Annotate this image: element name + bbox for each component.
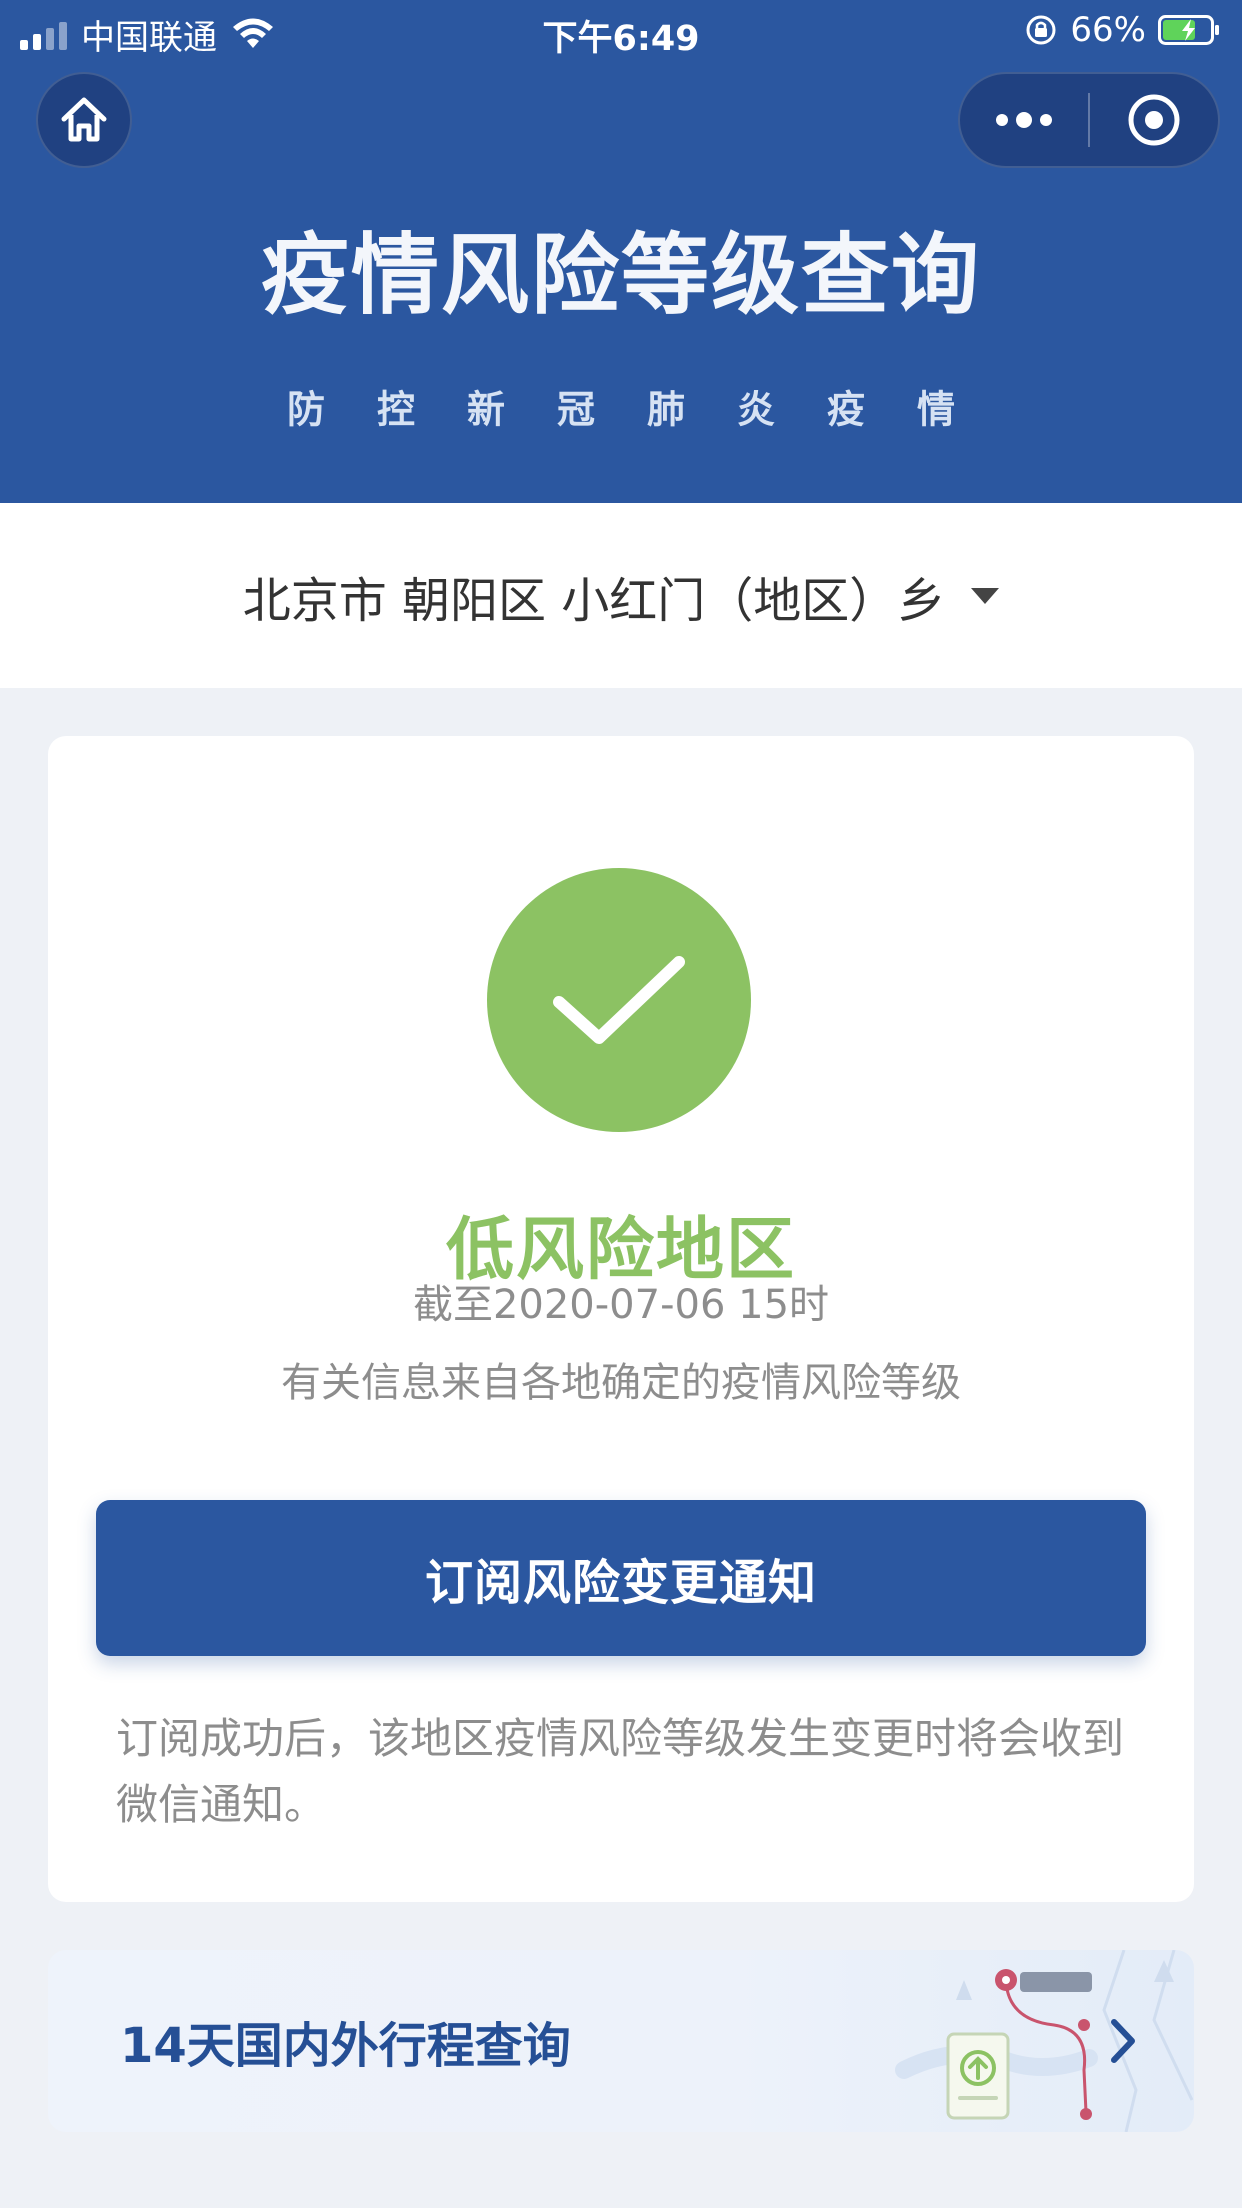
status-bar: 中国联通 下午6:49 66% [0,0,1242,62]
battery-icon [1158,15,1219,45]
more-dots-icon [996,112,1052,128]
battery-percent: 66% [1070,10,1146,50]
caret-down-icon [971,587,1000,604]
rotation-lock-icon [1026,15,1056,45]
trip-query-card[interactable]: 14天国内外行程查询 [48,1950,1194,2132]
risk-result-card: 低风险地区 截至2020-07-06 15时 有关信息来自各地确定的疫情风险等级… [48,736,1194,1902]
subscribe-button[interactable]: 订阅风险变更通知 [96,1500,1146,1656]
close-button[interactable] [1090,74,1218,166]
mini-program-capsule [958,72,1220,168]
more-button[interactable] [960,74,1088,166]
home-icon [61,97,107,142]
location-text: 北京市 朝阳区 小红门（地区）乡 [242,572,946,629]
status-circle [487,868,751,1132]
as-of-time: 截至2020-07-06 15时 [412,1282,830,1328]
page-subtitle: 防控新冠肺炎疫情 [286,387,1007,432]
source-note: 有关信息来自各地确定的疫情风险等级 [281,1360,961,1406]
target-close-icon [1128,94,1180,146]
status-bar-right: 66% [1024,10,1220,50]
trip-query-label: 14天国内外行程查询 [120,2018,571,2074]
page-title: 疫情风险等级查询 [260,223,981,327]
page-header: 中国联通 下午6:49 66% 疫情风险等级查询 防控新冠肺炎疫情 [0,0,1242,503]
home-button[interactable] [36,72,132,168]
chevron-right-icon [1111,2019,1135,2063]
check-icon [553,956,685,1044]
subscribe-note: 订阅成功后，该地区疫情风险等级发生变更时将会收到微信通知。 [116,1714,1125,1829]
location-selector[interactable]: 北京市 朝阳区 小红门（地区）乡 [0,503,1242,688]
map-illustration-icon [895,1950,1194,2132]
